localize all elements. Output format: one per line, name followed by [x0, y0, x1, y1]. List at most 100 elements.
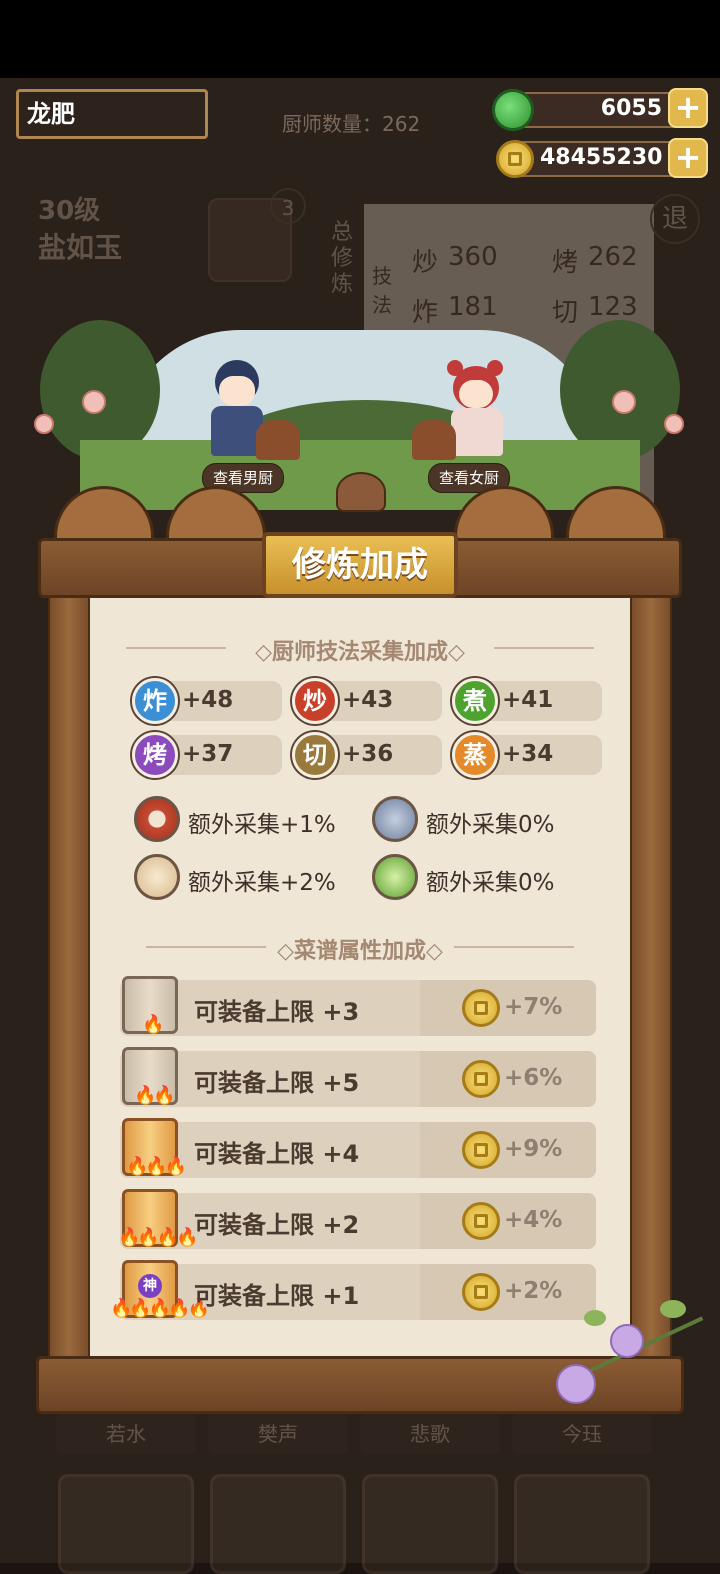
flame-rating-icon: 🔥🔥 — [134, 1085, 176, 1106]
skill-bonus-value: +36 — [342, 741, 394, 767]
leaf-icon — [584, 1310, 606, 1326]
bg-skill-icon: 炒 — [412, 248, 439, 278]
flower-icon — [610, 1324, 644, 1358]
extra-collect-meat: 额外采集+1% — [188, 812, 336, 838]
skill-bonus-value: +48 — [182, 687, 234, 713]
section-title-text: 厨师技法采集加成 — [271, 640, 448, 665]
flame-rating-icon: 🔥🔥🔥🔥 — [118, 1227, 199, 1248]
coin-icon — [462, 1273, 500, 1311]
divider-line — [454, 946, 574, 948]
leaf-icon — [660, 1300, 686, 1318]
recipe-bonus-label: 可装备上限 +4 — [194, 1140, 360, 1168]
divine-tag-icon: 神 — [138, 1274, 162, 1298]
skill-bonus-value: +34 — [502, 741, 554, 767]
frame-right-post — [630, 590, 672, 1360]
skill-bonus-value: +37 — [182, 741, 234, 767]
skill-bonus-value: +43 — [342, 687, 394, 713]
skill-badge-icon: 烤 — [132, 732, 178, 778]
recipe-bonus-label: 可装备上限 +3 — [194, 998, 360, 1026]
panel-title: 修炼加成 — [262, 532, 458, 598]
flower-icon — [556, 1364, 596, 1404]
flower-vine-decoration — [540, 1300, 710, 1420]
recipe-bonus-list: 🔥 可装备上限 +3 +7% 🔥🔥 可装备上限 +5 +6% 🔥🔥🔥 可装备上限 +4 +9% 🔥… — [100, 976, 610, 1336]
frame-left-post — [48, 590, 90, 1360]
skill-badge-icon: 蒸 — [452, 732, 498, 778]
skill-badge-icon: 炸 — [132, 678, 178, 724]
bg-skill-icon: 烤 — [552, 248, 579, 278]
skill-badge-icon: 切 — [292, 732, 338, 778]
center-stone — [336, 472, 386, 512]
blossom-icon — [612, 390, 636, 414]
recipe-coin-bonus: +9% — [504, 1136, 563, 1162]
extra-collect-flour: 额外采集+2% — [188, 870, 336, 896]
bottom-chef-list: 若水 樊声 悲歌 今珏 — [0, 1414, 720, 1574]
blossom-icon — [82, 390, 106, 414]
extra-collect-fish: 额外采集0% — [426, 812, 555, 838]
equipment-count-badge: 3 — [270, 188, 306, 224]
flame-rating-icon: 🔥🔥🔥 — [126, 1156, 187, 1177]
coin-icon — [462, 1131, 500, 1169]
meat-icon — [134, 796, 180, 842]
diamond-icon: ◇ — [277, 939, 294, 964]
chef-tab: 若水 — [56, 1414, 196, 1454]
recipe-coin-bonus: +4% — [504, 1207, 563, 1233]
total-training-tab: 总修炼 — [330, 220, 353, 297]
divider-line — [126, 647, 226, 649]
flame-rating-icon: 🔥🔥🔥🔥🔥 — [110, 1298, 210, 1319]
blossom-icon — [34, 414, 54, 434]
bg-skill-value: 262 — [588, 242, 638, 272]
jade-value: 6055 — [600, 96, 662, 121]
chef-name: 盐如玉 — [38, 231, 123, 264]
add-coin-button[interactable]: + — [668, 138, 708, 178]
recipe-coin-bonus: +6% — [504, 1065, 563, 1091]
bg-skill-value: 360 — [448, 242, 498, 272]
vegetable-icon — [372, 854, 418, 900]
extra-collect-vegetable: 额外采集0% — [426, 870, 555, 896]
chef-tab: 樊声 — [208, 1414, 348, 1454]
wooden-horse-left — [256, 420, 300, 460]
chef-tab: 悲歌 — [360, 1414, 500, 1454]
retreat-button: 退 — [650, 194, 700, 244]
skill-bonus-grid: 炸 +48 炒 +43 煮 +41 烤 +37 切 +36 蒸 +34 — [132, 678, 602, 788]
section-title-text: 菜谱属性加成 — [293, 939, 426, 964]
fish-icon — [372, 796, 418, 842]
window-arches-left — [44, 486, 274, 542]
skill-badge-icon: 煮 — [452, 678, 498, 724]
section-title-recipe: ◇菜谱属性加成◇ — [250, 933, 470, 965]
recipe-bonus-label: 可装备上限 +1 — [194, 1282, 360, 1310]
status-bar — [0, 0, 720, 78]
divider-line — [494, 647, 594, 649]
extra-collect-grid: 额外采集+1% 额外采集0% 额外采集+2% 额外采集0% — [134, 796, 604, 906]
blossom-icon — [664, 414, 684, 434]
recipe-bonus-label: 可装备上限 +5 — [194, 1069, 360, 1097]
window-arches-right — [446, 486, 676, 542]
skill-badge-icon: 炒 — [292, 678, 338, 724]
section-title-skill-collect: ◇厨师技法采集加成◇ — [230, 634, 490, 666]
wooden-horse-right — [412, 420, 456, 460]
add-jade-button[interactable]: + — [668, 88, 708, 128]
jade-icon — [492, 89, 534, 131]
recipe-coin-bonus: +7% — [504, 994, 563, 1020]
player-name-box: 龙肥 — [16, 89, 208, 139]
tree-left — [40, 320, 160, 460]
skill-bonus-value: +41 — [502, 687, 554, 713]
coin-icon — [496, 140, 534, 178]
chef-count-label: 厨师数量：262 — [282, 112, 421, 136]
chef-portrait — [58, 1474, 194, 1574]
diamond-icon: ◇ — [255, 640, 272, 665]
diamond-icon: ◇ — [448, 640, 465, 665]
coin-icon — [462, 1202, 500, 1240]
chef-portrait — [210, 1474, 346, 1574]
coin-value: 48455230 — [540, 145, 663, 170]
diamond-icon: ◇ — [426, 939, 443, 964]
divider-line — [146, 946, 266, 948]
flame-rating-icon: 🔥 — [142, 1014, 164, 1035]
chef-level: 30级 — [38, 196, 101, 226]
coin-icon — [462, 1060, 500, 1098]
chef-portrait — [514, 1474, 650, 1574]
chef-tab: 今珏 — [512, 1414, 652, 1454]
recipe-bonus-label: 可装备上限 +2 — [194, 1211, 360, 1239]
coin-icon — [462, 989, 500, 1027]
flour-icon — [134, 854, 180, 900]
chef-portrait — [362, 1474, 498, 1574]
